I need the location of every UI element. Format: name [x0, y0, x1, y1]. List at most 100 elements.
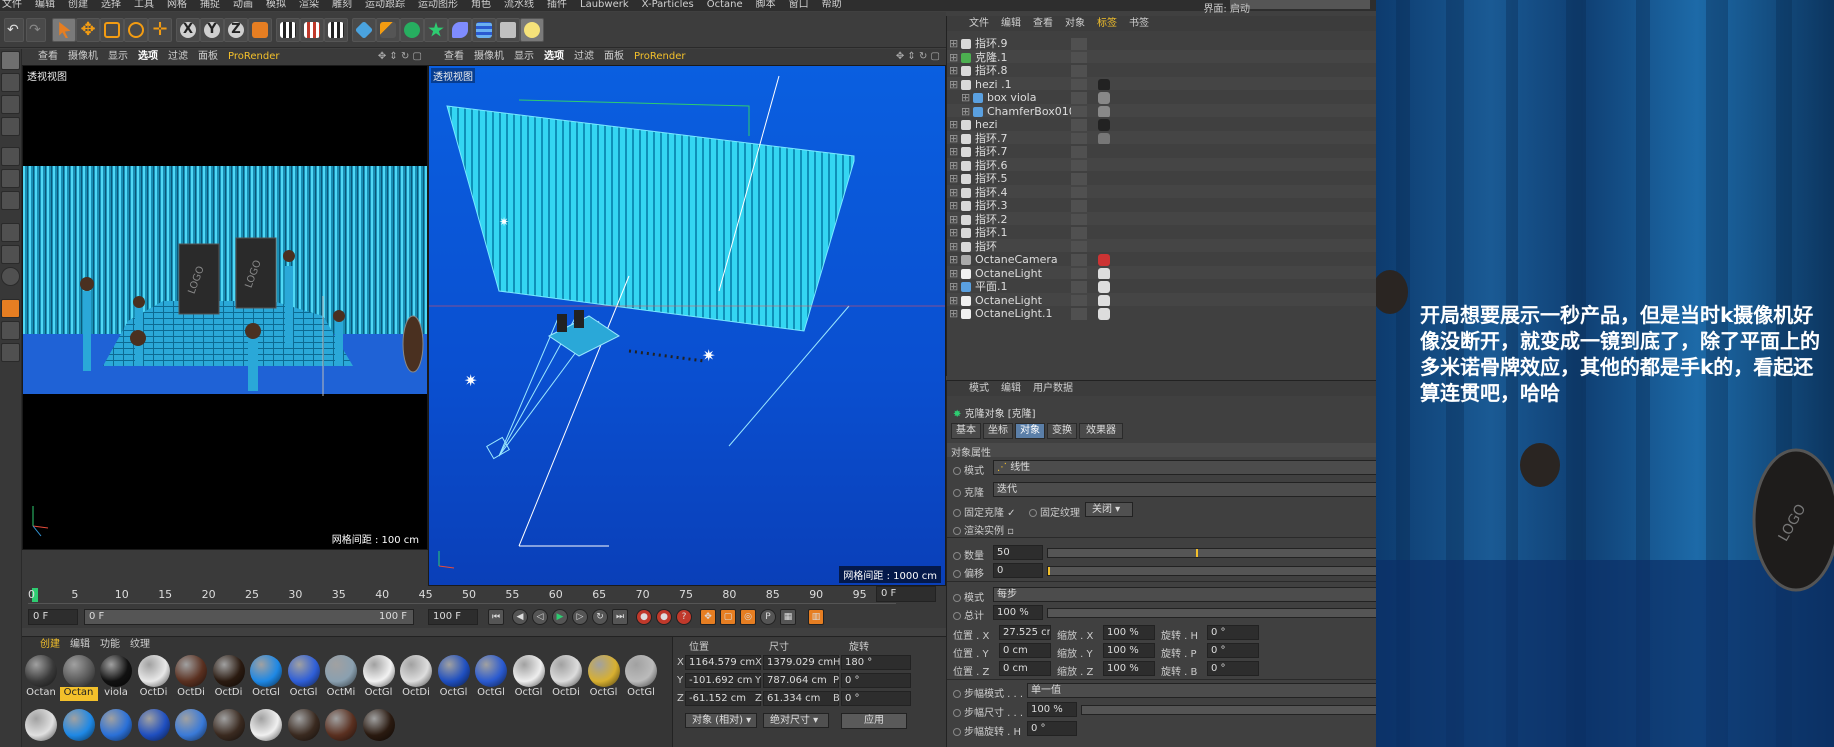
- om-menu-object[interactable]: 对象: [1065, 16, 1085, 31]
- mode2-dropdown[interactable]: 每步: [993, 587, 1376, 602]
- end-frame-field[interactable]: 100 F: [428, 609, 478, 625]
- record-button[interactable]: ●: [636, 609, 652, 625]
- z-axis-button[interactable]: Z: [224, 18, 248, 42]
- select-tool-button[interactable]: [52, 18, 76, 42]
- tag-icon[interactable]: [1098, 294, 1110, 307]
- vp-menu-options[interactable]: 选项: [544, 49, 564, 65]
- visibility-dots[interactable]: [1071, 173, 1087, 185]
- layout-dropdown[interactable]: 启动: [1230, 0, 1370, 15]
- move-tool-button[interactable]: ✥: [76, 18, 100, 42]
- texture-mode-button[interactable]: [1, 95, 20, 114]
- attr-tab[interactable]: 基本: [951, 423, 981, 439]
- render-picture-viewer-button[interactable]: [300, 18, 324, 42]
- material-swatch[interactable]: OctDi: [547, 655, 585, 701]
- mat-menu-texture[interactable]: 纹理: [130, 637, 150, 653]
- count-field[interactable]: 50: [993, 545, 1043, 560]
- rotation-field[interactable]: 0 °: [841, 673, 911, 688]
- make-editable-button[interactable]: [1, 51, 20, 70]
- current-frame-field[interactable]: 0 F: [876, 586, 936, 602]
- step-rotation-field[interactable]: 0 °: [1027, 721, 1077, 736]
- position-field[interactable]: -61.152 cm: [685, 691, 761, 706]
- cloner-button[interactable]: [424, 18, 448, 42]
- material-swatch[interactable]: Octan: [22, 655, 60, 701]
- attr-tab[interactable]: 效果器: [1079, 423, 1123, 439]
- position-key-button[interactable]: ✥: [700, 609, 716, 625]
- scale-field[interactable]: 100 %: [1103, 643, 1155, 658]
- offset-slider[interactable]: [1047, 566, 1376, 576]
- position-field[interactable]: 0 cm: [999, 643, 1051, 658]
- deformer-button[interactable]: [448, 18, 472, 42]
- viewport-right-canvas[interactable]: ✷ ✷ ✷ 透视视图 网格间距 : 1000 cm: [428, 65, 946, 586]
- vp-menu-panel[interactable]: 面板: [604, 49, 624, 65]
- attr-tab[interactable]: 坐标: [983, 423, 1013, 439]
- vp-menu-display[interactable]: 显示: [108, 49, 128, 65]
- menu-item[interactable]: 创建: [68, 0, 88, 11]
- offset-field[interactable]: 0: [993, 563, 1043, 578]
- fix-texture-dropdown[interactable]: 关闭 ▾: [1085, 502, 1133, 517]
- fix-clone-checkbox[interactable]: 固定克隆 ✓: [953, 504, 1016, 519]
- vp-menu-options[interactable]: 选项: [138, 49, 158, 65]
- vp-menu-filter[interactable]: 过滤: [168, 49, 188, 65]
- menu-item[interactable]: 选择: [101, 0, 121, 11]
- coordinate-system-button[interactable]: [248, 18, 272, 42]
- pen-tool-button[interactable]: [376, 18, 400, 42]
- timeline-ruler[interactable]: 0510152025303540455055606570758085909510…: [28, 586, 914, 604]
- cube-object-button[interactable]: [352, 18, 376, 42]
- menu-item[interactable]: 角色: [471, 0, 491, 11]
- clone-dropdown[interactable]: 迭代: [993, 482, 1376, 497]
- menu-item[interactable]: 运动跟踪: [365, 0, 405, 11]
- visibility-dots[interactable]: [1071, 294, 1087, 307]
- subdivision-button[interactable]: [400, 18, 424, 42]
- visibility-dots[interactable]: [1071, 132, 1087, 145]
- menu-item[interactable]: 流水线: [504, 0, 534, 11]
- step-mode-dropdown[interactable]: 单一值: [1027, 683, 1376, 698]
- menu-item[interactable]: 文件: [2, 0, 22, 11]
- menu-item[interactable]: 编辑: [35, 0, 55, 11]
- size-field[interactable]: 61.334 cm: [763, 691, 839, 706]
- count-slider[interactable]: [1047, 548, 1376, 558]
- tag-icon[interactable]: [1098, 267, 1110, 280]
- attr-menu-mode[interactable]: 模式: [969, 381, 989, 396]
- tag-icon[interactable]: [1098, 132, 1110, 145]
- total-slider[interactable]: [1047, 608, 1376, 618]
- next-frame-button[interactable]: ▷: [572, 609, 588, 625]
- attr-menu-edit[interactable]: 编辑: [1001, 381, 1021, 396]
- visibility-dots[interactable]: [1071, 267, 1087, 280]
- model-mode-button[interactable]: [1, 73, 20, 92]
- visibility-dots[interactable]: [1071, 146, 1087, 158]
- go-end-button[interactable]: ⏭: [612, 609, 628, 625]
- viewport-nav-icon[interactable]: ✥ ⇕ ↻ ▢: [378, 49, 422, 65]
- menu-item[interactable]: X-Particles: [642, 0, 694, 11]
- rotation-field[interactable]: 0 °: [1207, 625, 1259, 640]
- grid-button[interactable]: [1, 343, 20, 362]
- material-swatch[interactable]: [285, 709, 323, 741]
- floor-button[interactable]: [472, 18, 496, 42]
- visibility-dots[interactable]: [1071, 159, 1087, 172]
- timeline-window-button[interactable]: ▥: [808, 609, 824, 625]
- scale-field[interactable]: 100 %: [1103, 625, 1155, 640]
- x-axis-button[interactable]: X: [176, 18, 200, 42]
- material-swatch[interactable]: OctGl: [472, 655, 510, 701]
- vp-menu-camera[interactable]: 摄像机: [474, 49, 504, 65]
- material-swatch[interactable]: OctGl: [247, 655, 285, 701]
- tag-icon[interactable]: [1098, 78, 1110, 91]
- rotate-tool-button[interactable]: [124, 18, 148, 42]
- mode-dropdown[interactable]: ⋰ 线性: [993, 460, 1376, 475]
- visibility-dots[interactable]: [1071, 281, 1087, 293]
- viewport-nav-icon[interactable]: ✥ ⇕ ↻ ▢: [896, 49, 940, 65]
- light-button[interactable]: [520, 18, 544, 42]
- material-swatch[interactable]: OctGl: [285, 655, 323, 701]
- menu-item[interactable]: 捕捉: [200, 0, 220, 11]
- object-row[interactable]: ⊞ OctaneLight.1: [947, 306, 1376, 322]
- om-menu-view[interactable]: 查看: [1033, 16, 1053, 31]
- material-swatch[interactable]: OctGl: [510, 655, 548, 701]
- material-swatch[interactable]: OctDi: [397, 655, 435, 701]
- menu-item[interactable]: 运动图形: [418, 0, 458, 11]
- position-field[interactable]: 1164.579 cm: [685, 655, 761, 670]
- menu-item[interactable]: 帮助: [822, 0, 842, 11]
- material-swatch[interactable]: [247, 709, 285, 741]
- expand-icon[interactable]: ⊞: [949, 306, 958, 322]
- material-swatch[interactable]: OctGl: [585, 655, 623, 701]
- menu-item[interactable]: 工具: [134, 0, 154, 11]
- prev-frame-button[interactable]: ◁: [532, 609, 548, 625]
